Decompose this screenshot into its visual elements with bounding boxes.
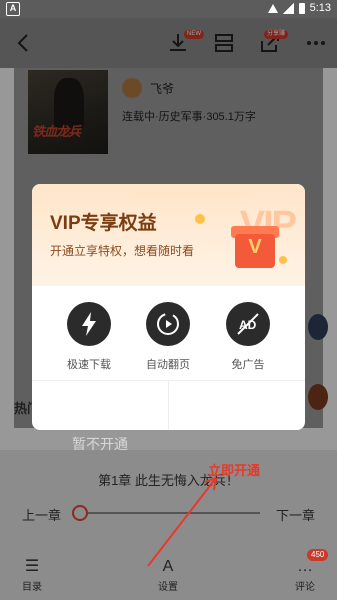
nav-settings[interactable]: A 设置 [143, 558, 193, 593]
prev-chapter-button[interactable]: 上一章 [22, 505, 61, 524]
accept-button[interactable]: 立即开通 [208, 460, 260, 479]
nav-comments[interactable]: … 评论 [280, 558, 330, 593]
decline-button[interactable]: 暂不开通 [72, 434, 128, 454]
battery-icon [298, 2, 305, 14]
status-bar: A 5:13 [0, 0, 337, 18]
feature-no-ads: AD 免广告 [213, 302, 283, 372]
coin-icon [195, 214, 205, 224]
app-notification-icon: A [6, 2, 20, 16]
gift-v-icon: V [248, 236, 262, 258]
vip-dialog: VIP专享权益 开通立享特权，想看随时看 VIP V 极速下载 自动翻页 AD … [32, 184, 305, 430]
signal-icon [282, 2, 294, 14]
chapter-name: 第1章 此生无悔入龙兵！ [98, 473, 239, 488]
status-icons: 5:13 [267, 2, 331, 14]
nav-catalog-label: 目录 [22, 582, 42, 593]
lightning-icon [67, 302, 111, 346]
status-time: 5:13 [309, 2, 331, 14]
nav-settings-label: 设置 [158, 582, 178, 593]
feature-auto-page: 自动翻页 [133, 302, 203, 372]
vip-dialog-subtitle: 开通立享特权，想看随时看 [50, 244, 195, 258]
feature-label: 免广告 [231, 359, 265, 371]
progress-slider-thumb[interactable] [72, 505, 88, 521]
feature-label: 自动翻页 [146, 359, 190, 371]
comment-count-badge: 450 [307, 549, 329, 561]
coin-icon [279, 256, 287, 264]
nav-catalog[interactable]: ☰ 目录 [7, 558, 57, 593]
vip-dialog-header: VIP专享权益 开通立享特权，想看随时看 VIP V [32, 184, 305, 286]
wifi-icon [267, 3, 278, 13]
feature-fast-download: 极速下载 [54, 302, 124, 372]
auto-page-icon [146, 302, 190, 346]
reader-controls: 第1章 此生无悔入龙兵！ 上一章 下一章 ☰ 目录 A 设置 … 评论 450 [0, 450, 337, 600]
no-ads-icon: AD [226, 302, 270, 346]
catalog-list-icon: ☰ [24, 558, 40, 575]
font-settings-icon: A [162, 558, 174, 575]
nav-comments-label: 评论 [295, 582, 315, 593]
next-chapter-button[interactable]: 下一章 [276, 505, 315, 524]
vip-dialog-title: VIP专享权益 [50, 213, 157, 234]
progress-slider-track[interactable] [80, 512, 260, 514]
feature-label: 极速下载 [67, 359, 111, 371]
dialog-divider [168, 380, 169, 430]
